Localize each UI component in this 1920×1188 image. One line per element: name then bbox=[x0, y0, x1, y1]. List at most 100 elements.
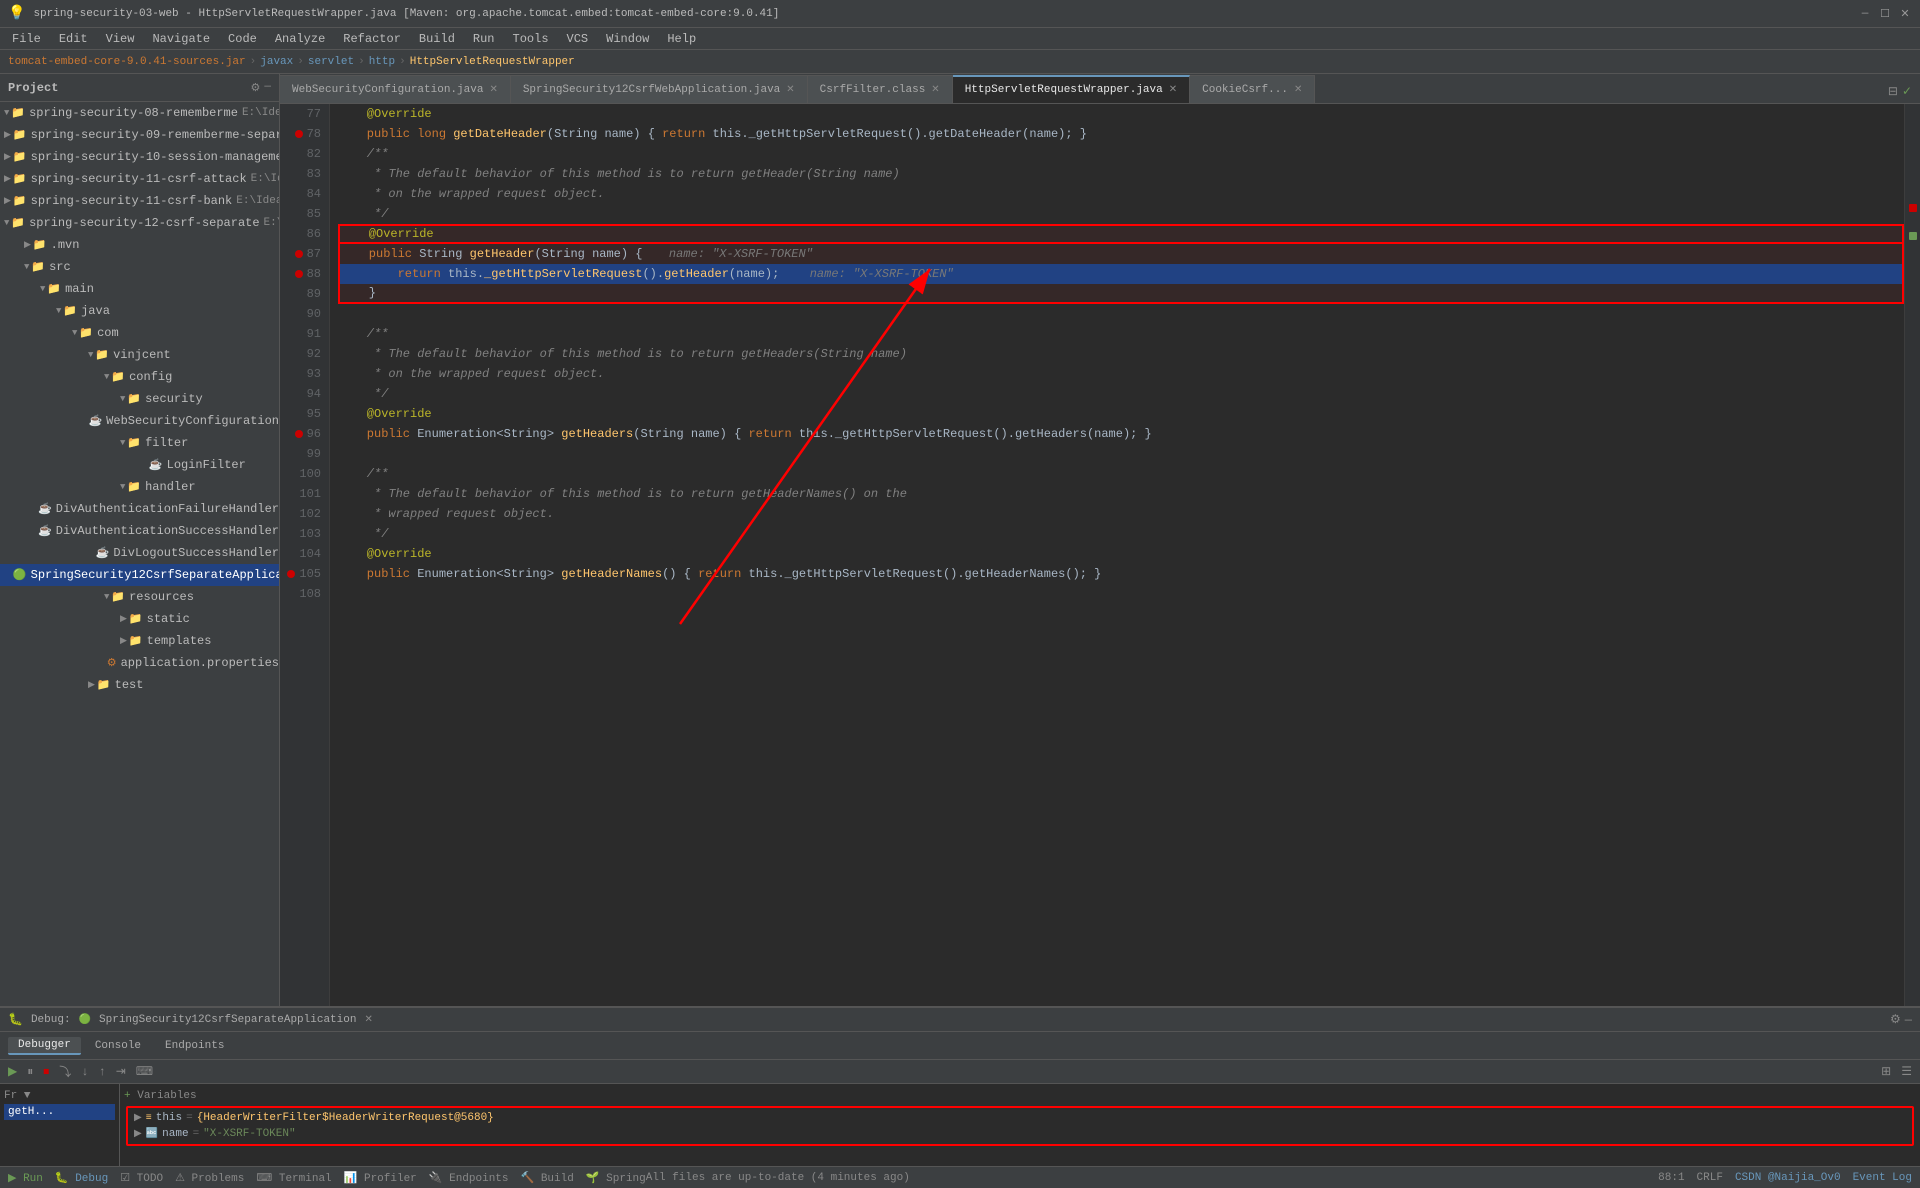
tree-item-mvn[interactable]: ▶ 📁 .mvn bbox=[0, 234, 279, 256]
tabs-bar: WebSecurityConfiguration.java ✕ SpringSe… bbox=[280, 74, 1920, 104]
tree-item-static[interactable]: ▶ 📁 static bbox=[0, 608, 279, 630]
debug-eval-btn[interactable]: ⌨ bbox=[132, 1062, 157, 1081]
menu-vcs[interactable]: VCS bbox=[559, 30, 597, 48]
tab-close-icon[interactable]: ✕ bbox=[1294, 84, 1302, 96]
breadcrumb-http[interactable]: http bbox=[369, 56, 395, 68]
tab-close-icon[interactable]: ✕ bbox=[931, 84, 939, 96]
tree-item-success[interactable]: ▶ ☕ DivAuthenticationSuccessHandler bbox=[0, 520, 279, 542]
tree-item-loginfilter[interactable]: ▶ ☕ LoginFilter bbox=[0, 454, 279, 476]
tree-item-config[interactable]: ▼ 📁 config bbox=[0, 366, 279, 388]
var-this[interactable]: ▶ ≡ this = {HeaderWriterFilter$HeaderWri… bbox=[130, 1110, 1910, 1126]
endpoints-btn[interactable]: 🔌 Endpoints bbox=[429, 1171, 509, 1185]
menu-bar: File Edit View Navigate Code Analyze Ref… bbox=[0, 28, 1920, 50]
profiler-btn[interactable]: 📊 Profiler bbox=[344, 1171, 417, 1185]
run-btn[interactable]: ▶ Run bbox=[8, 1171, 43, 1185]
tree-item-filter[interactable]: ▼ 📁 filter bbox=[0, 432, 279, 454]
debug-step-out-btn[interactable]: ↑ bbox=[94, 1063, 109, 1081]
tree-item-templates[interactable]: ▶ 📁 templates bbox=[0, 630, 279, 652]
tab-debugger[interactable]: Debugger bbox=[8, 1037, 81, 1055]
event-log-btn[interactable]: Event Log bbox=[1853, 1172, 1912, 1184]
spring-btn[interactable]: 🌱 Spring bbox=[586, 1171, 646, 1185]
tab-websecurity[interactable]: WebSecurityConfiguration.java ✕ bbox=[280, 75, 511, 103]
debug-run-cursor-btn[interactable]: ⇥ bbox=[112, 1062, 130, 1081]
tree-item-src[interactable]: ▼ 📁 src bbox=[0, 256, 279, 278]
add-var-icon[interactable]: + bbox=[124, 1090, 131, 1102]
tab-cookiecsrf[interactable]: CookieCsrf... ✕ bbox=[1190, 75, 1315, 103]
tree-item-test[interactable]: ▶ 📁 test bbox=[0, 674, 279, 696]
tab-label: WebSecurityConfiguration.java bbox=[292, 84, 483, 96]
minimize-btn[interactable]: — bbox=[1858, 7, 1872, 21]
sidebar-gear-icon[interactable]: ⚙ bbox=[251, 81, 261, 95]
breadcrumb-servlet[interactable]: servlet bbox=[308, 56, 354, 68]
problems-btn[interactable]: ⚠ Problems bbox=[175, 1171, 244, 1185]
menu-navigate[interactable]: Navigate bbox=[144, 30, 218, 48]
tab-close-icon[interactable]: ✕ bbox=[489, 84, 497, 96]
code-editor[interactable]: 77 78 82 83 84 85 86 87 88 89 90 91 92 9… bbox=[280, 104, 1920, 1006]
menu-view[interactable]: View bbox=[98, 30, 143, 48]
tree-item-logout[interactable]: ▶ ☕ DivLogoutSuccessHandler bbox=[0, 542, 279, 564]
debug-gear-icon[interactable]: ⚙ bbox=[1890, 1012, 1901, 1027]
debug-stop-btn[interactable]: ⏹ bbox=[39, 1063, 53, 1081]
tree-item-appprops[interactable]: ▶ ⚙ application.properties bbox=[0, 652, 279, 674]
tree-item-main[interactable]: ▼ 📁 main bbox=[0, 278, 279, 300]
menu-help[interactable]: Help bbox=[659, 30, 704, 48]
debug-step-into-btn[interactable]: ↓ bbox=[77, 1063, 92, 1081]
tree-item-handler[interactable]: ▼ 📁 handler bbox=[0, 476, 279, 498]
frames-dropdown[interactable]: ▼ bbox=[24, 1090, 31, 1102]
tree-item-vinjcent[interactable]: ▼ 📁 vinjcent bbox=[0, 344, 279, 366]
tree-item-10[interactable]: ▶ 📁 spring-security-10-session-managemen… bbox=[0, 146, 279, 168]
tree-item-12[interactable]: ▼ 📁 spring-security-12-csrf-separate E:\… bbox=[0, 212, 279, 234]
tree-item-08[interactable]: ▼ 📁 spring-security-08-rememberme E:\Ide… bbox=[0, 102, 279, 124]
tree-item-com[interactable]: ▼ 📁 com bbox=[0, 322, 279, 344]
breadcrumb-jar[interactable]: tomcat-embed-core-9.0.41-sources.jar bbox=[8, 56, 246, 68]
breadcrumb-class[interactable]: HttpServletRequestWrapper bbox=[410, 56, 575, 68]
maximize-btn[interactable]: ☐ bbox=[1878, 7, 1892, 21]
menu-tools[interactable]: Tools bbox=[505, 30, 557, 48]
menu-code[interactable]: Code bbox=[220, 30, 265, 48]
var-this-expand[interactable]: ▶ bbox=[134, 1112, 142, 1124]
menu-window[interactable]: Window bbox=[598, 30, 657, 48]
tree-item-security[interactable]: ▼ 📁 security bbox=[0, 388, 279, 410]
menu-file[interactable]: File bbox=[4, 30, 49, 48]
tab-httpservlet[interactable]: HttpServletRequestWrapper.java ✕ bbox=[953, 75, 1190, 103]
tree-item-09[interactable]: ▶ 📁 spring-security-09-rememberme-separa… bbox=[0, 124, 279, 146]
tab-close-icon[interactable]: ✕ bbox=[786, 84, 794, 96]
build-btn[interactable]: 🔨 Build bbox=[521, 1171, 574, 1185]
debug-session-close[interactable]: ✕ bbox=[364, 1014, 372, 1026]
tree-item-app[interactable]: ▶ 🟢 SpringSecurity12CsrfSeparateApplicat… bbox=[0, 564, 279, 586]
frame-getheader[interactable]: getH... bbox=[4, 1104, 115, 1120]
debug-settings-btn[interactable]: ☰ bbox=[1897, 1062, 1916, 1081]
tree-item-11a[interactable]: ▶ 📁 spring-security-11-csrf-attack E:\Id… bbox=[0, 168, 279, 190]
tab-csrffilter[interactable]: CsrfFilter.class ✕ bbox=[808, 75, 953, 103]
menu-analyze[interactable]: Analyze bbox=[267, 30, 333, 48]
terminal-btn[interactable]: ⌨ Terminal bbox=[256, 1171, 331, 1185]
code-lines[interactable]: @Override public long getDateHeader(Stri… bbox=[330, 104, 1904, 1006]
debug-resume-btn[interactable]: ▶ bbox=[4, 1062, 21, 1081]
tree-item-webconfig[interactable]: ▶ ☕ WebSecurityConfiguration bbox=[0, 410, 279, 432]
tab-console[interactable]: Console bbox=[85, 1038, 151, 1054]
tab-endpoints[interactable]: Endpoints bbox=[155, 1038, 234, 1054]
tree-item-java[interactable]: ▼ 📁 java bbox=[0, 300, 279, 322]
debug-close-icon[interactable]: — bbox=[1905, 1013, 1912, 1027]
menu-run[interactable]: Run bbox=[465, 30, 503, 48]
var-name-expand[interactable]: ▶ bbox=[134, 1128, 142, 1140]
menu-build[interactable]: Build bbox=[411, 30, 463, 48]
debug-layout-btn[interactable]: ⊞ bbox=[1877, 1062, 1895, 1081]
close-btn[interactable]: ✕ bbox=[1898, 7, 1912, 21]
todo-btn[interactable]: ☑ TODO bbox=[120, 1171, 163, 1185]
sidebar-minimize-icon[interactable]: — bbox=[264, 81, 271, 95]
tab-close-icon[interactable]: ✕ bbox=[1169, 84, 1177, 96]
menu-edit[interactable]: Edit bbox=[51, 30, 96, 48]
debug-step-over-btn[interactable]: ⤵ bbox=[55, 1061, 75, 1082]
breadcrumb-javax[interactable]: javax bbox=[260, 56, 293, 68]
debug-pause-btn[interactable]: ⏸ bbox=[23, 1063, 37, 1081]
tree-item-resources[interactable]: ▼ 📁 resources bbox=[0, 586, 279, 608]
tree-item-failure[interactable]: ▶ ☕ DivAuthenticationFailureHandler bbox=[0, 498, 279, 520]
debug-btn-status[interactable]: 🐛 Debug bbox=[55, 1171, 108, 1185]
tree-item-11b[interactable]: ▶ 📁 spring-security-11-csrf-bank E:\Idea… bbox=[0, 190, 279, 212]
menu-refactor[interactable]: Refactor bbox=[335, 30, 409, 48]
status-bar: ▶ Run 🐛 Debug ☑ TODO ⚠ Problems ⌨ Termin… bbox=[0, 1166, 1920, 1188]
var-name[interactable]: ▶ 🔤 name = "X-XSRF-TOKEN" bbox=[130, 1126, 1910, 1142]
editor-settings-icon[interactable]: ⊟ bbox=[1888, 84, 1898, 99]
tab-webapplication[interactable]: SpringSecurity12CsrfWebApplication.java … bbox=[511, 75, 808, 103]
